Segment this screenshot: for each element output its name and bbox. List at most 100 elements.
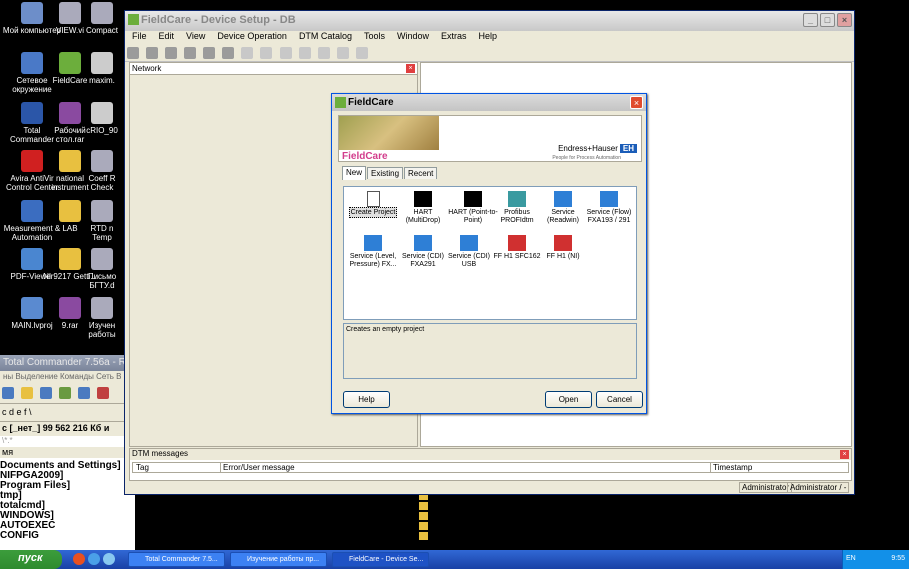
open-icon[interactable]	[146, 47, 159, 59]
desktop-icon-crio[interactable]: cRIO_90	[80, 102, 124, 135]
network-pane-header: Network	[130, 63, 417, 75]
window-title-bar[interactable]: FieldCare - Device Setup - DB _ □ ×	[125, 11, 854, 31]
tc-drive-combo[interactable]: c [_нет_] 99 562 216 Кб и	[0, 421, 135, 436]
project-type-6[interactable]: Service (Level, Pressure) FX...	[348, 235, 398, 269]
cancel-button[interactable]: Cancel	[596, 391, 643, 408]
language-indicator[interactable]: EN	[846, 555, 856, 562]
tc-toolbar-icon[interactable]	[78, 387, 91, 399]
maximize-icon[interactable]: □	[820, 13, 835, 27]
tc-file-size[interactable]: <Папка>	[736, 531, 777, 541]
desktop-icon[interactable]	[103, 553, 115, 565]
desktop-icon-compact[interactable]: Compact	[80, 2, 124, 35]
tab-new[interactable]: New	[342, 166, 367, 180]
column-tag[interactable]: Tag	[136, 463, 149, 472]
start-button[interactable]: пуск	[0, 550, 62, 569]
project-type-10[interactable]: FF H1 (NI)	[538, 235, 588, 261]
tc-toolbar-icon[interactable]	[59, 387, 72, 399]
file-icon	[91, 200, 113, 222]
tc-drive-bar[interactable]: c d e f \	[0, 404, 135, 421]
tc-file-name[interactable]: [Music]	[429, 531, 464, 541]
task-izuchenie[interactable]: Изучение работы пр...	[230, 552, 327, 567]
tool-icon[interactable]	[279, 47, 292, 59]
project-type-4[interactable]: Service (Readwin)	[538, 191, 588, 225]
service-icon	[414, 235, 432, 251]
file-icon	[91, 102, 113, 124]
desktop-icon-maxim[interactable]: maxim.	[80, 52, 124, 85]
menu-dtm-catalog[interactable]: DTM Catalog	[294, 31, 357, 41]
clock[interactable]: 9:55	[891, 555, 905, 562]
tool-icon[interactable]	[355, 47, 368, 59]
project-type-3[interactable]: Profibus PROFIdtm	[492, 191, 542, 225]
project-type-label: Service (CDI) USB	[447, 253, 490, 268]
menu-view[interactable]: View	[181, 31, 210, 41]
tab-recent[interactable]: Recent	[404, 167, 438, 179]
project-type-8[interactable]: Service (CDI) USB	[444, 235, 494, 269]
file-icon	[91, 150, 113, 172]
column-error-message[interactable]: Error/User message	[220, 463, 295, 472]
tool-icon[interactable]	[241, 47, 254, 59]
tc-toolbar-icon[interactable]	[40, 387, 53, 399]
project-type-1[interactable]: HART (MultiDrop)	[398, 191, 448, 225]
menu-file[interactable]: File	[127, 31, 152, 41]
project-type-2[interactable]: HART (Point-to-Point)	[448, 191, 498, 225]
menu-extras[interactable]: Extras	[436, 31, 472, 41]
tc-toolbar-icon[interactable]	[2, 387, 14, 399]
project-type-7[interactable]: Service (CDI) FXA291	[398, 235, 448, 269]
column-timestamp[interactable]: Timestamp	[710, 463, 752, 472]
task-fieldcare[interactable]: FieldCare - Device Se...	[332, 552, 429, 567]
close-icon[interactable]: ×	[630, 96, 643, 109]
menu-device-operation[interactable]: Device Operation	[212, 31, 292, 41]
menu-tools[interactable]: Tools	[359, 31, 390, 41]
tc-toolbar-icon[interactable]	[21, 387, 34, 399]
device-icon[interactable]	[203, 47, 216, 59]
project-type-9[interactable]: FF H1 SFC162	[492, 235, 542, 261]
tool-icon[interactable]	[336, 47, 349, 59]
desktop-icon-rtd[interactable]: RTD n Temp	[80, 200, 124, 242]
tc-file-date[interactable]: 02.11.2011 2	[782, 531, 839, 541]
wheat-image	[339, 116, 439, 150]
new-icon[interactable]	[127, 47, 139, 59]
tc-file-size[interactable]: <Папка>	[300, 511, 341, 521]
project-type-5[interactable]: Service (Flow) FXA193 / 291	[584, 191, 634, 225]
tc-column-header[interactable]: мя	[0, 447, 135, 458]
task-total-commander[interactable]: Total Commander 7.5...	[128, 552, 225, 567]
menu-help[interactable]: Help	[474, 31, 503, 41]
status-bar: Administrator Administrator / -	[125, 482, 854, 494]
dialog-title-bar[interactable]: FieldCare	[332, 94, 646, 111]
tc-file-ext[interactable]: SYS	[275, 531, 295, 541]
tc-file-date[interactable]: 18.10.2011 14:1	[347, 531, 419, 541]
help-button[interactable]: Help	[343, 391, 390, 408]
company-tagline: People for Process Automation	[552, 155, 621, 161]
save-icon[interactable]	[165, 47, 178, 59]
tc-toolbar-icon[interactable]	[97, 387, 110, 399]
tc-title[interactable]: Total Commander 7.56a - ROKUF	[0, 355, 135, 371]
firefox-icon[interactable]	[73, 553, 85, 565]
folder-icon	[59, 248, 81, 270]
catalog-icon[interactable]	[222, 47, 235, 59]
menu-window[interactable]: Window	[392, 31, 434, 41]
project-type-label: HART (MultiDrop)	[405, 209, 441, 224]
tc-file-name[interactable]: CONFIG	[0, 531, 39, 541]
close-icon[interactable]: ×	[406, 64, 415, 73]
close-icon[interactable]: ×	[840, 450, 849, 459]
folder-icon	[419, 512, 428, 520]
tc-file-size[interactable]: 0	[300, 531, 306, 541]
tab-existing[interactable]: Existing	[367, 167, 404, 179]
tool-icon[interactable]	[317, 47, 330, 59]
fieldcare-icon	[128, 14, 139, 25]
ie-icon[interactable]	[88, 553, 100, 565]
desktop-icon-izuchen[interactable]: Изучен работы	[80, 297, 124, 339]
print-icon[interactable]	[184, 47, 197, 59]
desktop-icon-coeff[interactable]: Coeff R Check	[80, 150, 124, 192]
project-type-label: Service (CDI) FXA291	[401, 253, 444, 268]
tool-icon[interactable]	[298, 47, 311, 59]
project-type-0[interactable]: Create Project	[348, 191, 398, 218]
tc-menu[interactable]: ны Выделение Команды Сеть В	[0, 371, 135, 384]
menu-edit[interactable]: Edit	[154, 31, 180, 41]
open-button[interactable]: Open	[545, 391, 592, 408]
desktop-icon-letter[interactable]: Письмо БГТУ.d	[80, 248, 124, 290]
minimize-icon[interactable]: _	[803, 13, 818, 27]
close-icon[interactable]: ×	[837, 13, 852, 27]
dialog-banner: FieldCare Endress+Hauser EH People for Pr…	[338, 115, 642, 162]
tool-icon[interactable]	[260, 47, 273, 59]
